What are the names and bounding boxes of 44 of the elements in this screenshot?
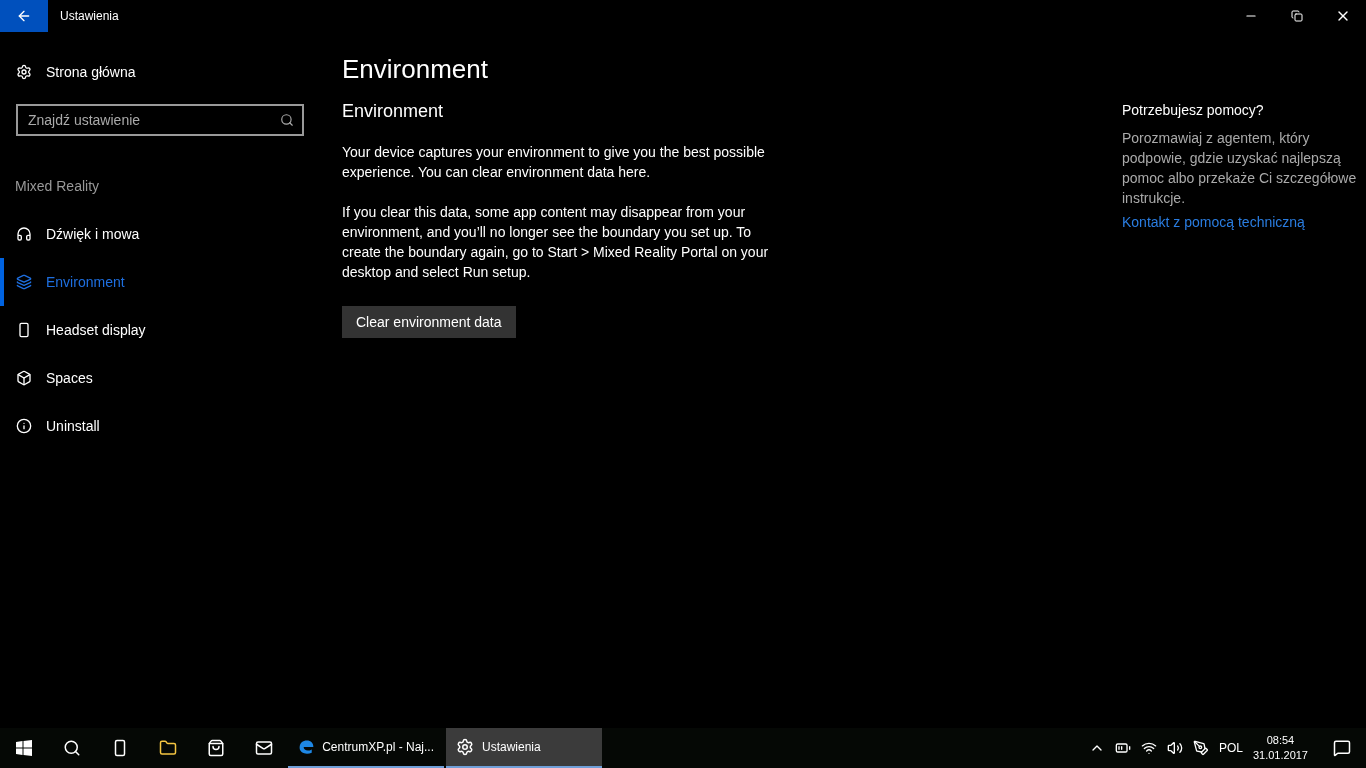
back-button[interactable]: [0, 0, 48, 32]
search-field[interactable]: Znajdź ustawienie: [16, 104, 304, 136]
headset-icon: [16, 226, 32, 242]
search-icon: [63, 739, 81, 757]
sidebar-item[interactable]: Spaces: [0, 354, 320, 402]
envelope-icon: [255, 739, 273, 757]
sidebar-item[interactable]: Dźwięk i mowa: [0, 210, 320, 258]
search-icon: [280, 113, 294, 127]
window-title: Ustawienia: [60, 9, 120, 23]
battery-icon[interactable]: [1114, 740, 1131, 756]
taskbar-app[interactable]: CentrumXP.pl - Naj...: [288, 728, 444, 768]
clock-date[interactable]: 31.01.2017: [1252, 748, 1308, 763]
sidebar-item[interactable]: Environment: [0, 258, 320, 306]
back-arrow-icon: [16, 8, 32, 24]
windows-logo-icon: [16, 740, 32, 756]
folder-icon: [159, 739, 177, 757]
settings-icon: [456, 738, 474, 756]
info-icon: [16, 418, 32, 434]
cube-icon: [16, 370, 32, 386]
volume-icon[interactable]: [1166, 740, 1183, 756]
shopping-bag-icon: [207, 739, 225, 757]
support-link[interactable]: Kontakt z pomocą techniczną: [1122, 214, 1358, 230]
description-text: If you clear this data, some app content may disappear from your environment, and you’ll no longer see the boundary you set up. To create the boundary again, go to Start > Mixed Reality Portal on your desktop and select Run setup.: [342, 203, 770, 282]
description-text: Your device captures your environment to give you the best possible experience. You can clear environment data here.: [342, 143, 766, 182]
wifi-icon[interactable]: [1140, 740, 1157, 756]
sidebar-item[interactable]: Uninstall: [0, 402, 320, 450]
settings-icon: [16, 64, 32, 80]
section-heading: Mixed Reality: [15, 178, 101, 194]
home-nav-item[interactable]: Strona główna: [0, 50, 320, 94]
language-indicator[interactable]: POL: [1218, 741, 1243, 755]
rectangle-icon: [16, 322, 32, 338]
clear-data-button[interactable]: Clear environment data: [342, 306, 516, 338]
help-title: Potrzebujesz pomocy?: [1122, 102, 1265, 118]
page-title: Environment: [342, 54, 489, 85]
home-label: Strona główna: [46, 64, 136, 80]
taskbar-app[interactable]: Ustawienia: [446, 728, 602, 768]
clock-time[interactable]: 08:54: [1266, 733, 1295, 748]
speech-bubble-icon: [1333, 739, 1351, 757]
layers-icon: [16, 274, 32, 290]
pen-icon[interactable]: [1192, 740, 1209, 756]
sidebar-item[interactable]: Headset display: [0, 306, 320, 354]
help-text: Porozmawiaj z agentem, który podpowie, gdzie uzyskać najlepszą pomoc albo przekaże Ci szczegółowe instrukcje.: [1122, 129, 1358, 208]
restore-icon: [1291, 10, 1303, 22]
section-title: Environment: [342, 101, 445, 122]
